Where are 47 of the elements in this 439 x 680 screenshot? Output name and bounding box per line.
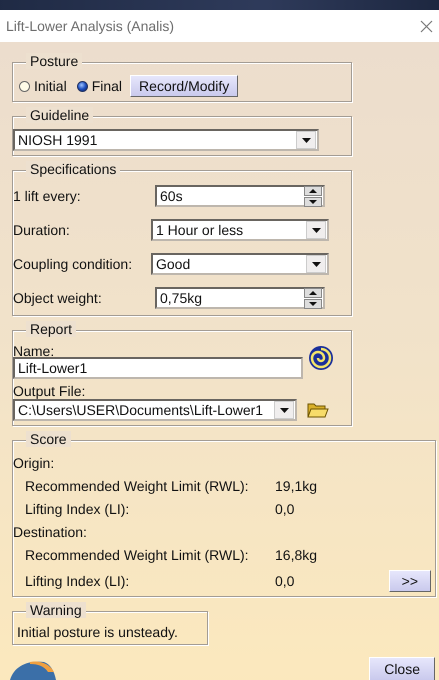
group-title: Specifications [26, 161, 120, 177]
folder-icon[interactable] [307, 401, 329, 419]
dropdown-field[interactable]: Good [151, 253, 329, 275]
caret-down-icon [312, 262, 320, 266]
group-title: Posture [26, 53, 82, 69]
caret-up-icon [309, 188, 317, 192]
swirl-icon[interactable] [307, 344, 335, 372]
field-label: Object weight: [13, 290, 103, 306]
score-label: Recommended Weight Limit (RWL): [24, 547, 250, 563]
window-title: Lift-Lower Analysis (Analis) [6, 18, 174, 34]
radio-button[interactable]: Initial [17, 78, 69, 94]
score-value: 0,0 [275, 501, 296, 517]
field-label: Coupling condition: [13, 256, 134, 272]
field-label: Name: [13, 343, 54, 359]
expand-button[interactable]: >> [388, 570, 431, 592]
field-label: Output File: [13, 383, 86, 399]
score-label: Recommended Weight Limit (RWL): [24, 478, 250, 494]
score-label: Lifting Index (LI): [24, 573, 130, 589]
group-title: Guideline [26, 107, 94, 123]
name-field[interactable]: Lift-Lower1 [13, 357, 303, 379]
group-title: Warning [26, 602, 86, 618]
field-label: Duration: [13, 222, 71, 238]
dropdown-field[interactable]: 1 Hour or less [151, 219, 329, 241]
group-title: Score [26, 431, 71, 447]
caret-down-icon [309, 302, 317, 306]
caret-up-icon [309, 290, 317, 294]
caret-down-icon [280, 408, 288, 412]
caret-down-icon [302, 138, 310, 142]
score-value: 0,0 [275, 573, 296, 589]
record-modify-button[interactable]: Record/Modify [130, 75, 238, 97]
guideline-dropdown[interactable]: NIOSH 1991 [13, 129, 319, 151]
spin-field[interactable]: 60s [155, 185, 325, 207]
output-file-dropdown[interactable]: C:\Users\USER\Documents\Lift-Lower1 [13, 399, 297, 421]
close-button[interactable]: Close [369, 657, 435, 680]
field-label: 1 lift every: [13, 188, 82, 204]
radio-button[interactable]: Final [74, 78, 124, 94]
caret-down-icon [312, 228, 320, 232]
score-value: 19,1kg [275, 478, 318, 494]
score-label: Lifting Index (LI): [24, 501, 130, 517]
score-value: 16,8kg [275, 547, 318, 563]
section-heading: Destination: [13, 524, 88, 540]
warning-message: Initial posture is unsteady. [17, 624, 179, 640]
section-heading: Origin: [13, 455, 56, 471]
caret-down-icon [309, 200, 317, 204]
spin-field[interactable]: 0,75kg [155, 287, 325, 309]
close-icon[interactable] [420, 20, 433, 32]
group-title: Report [26, 321, 76, 337]
